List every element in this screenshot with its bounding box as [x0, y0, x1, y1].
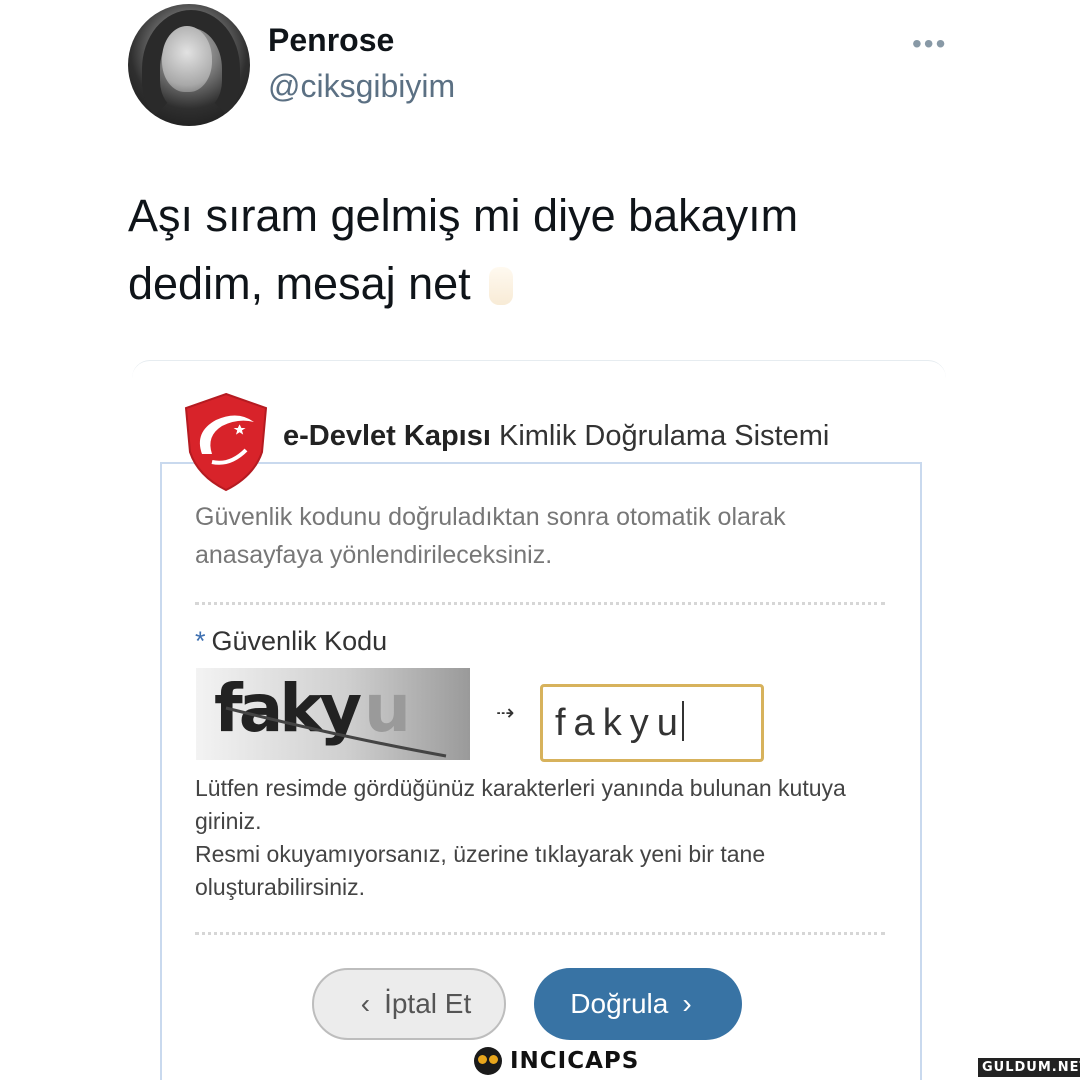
incicaps-watermark: INCICAPS: [474, 1044, 639, 1078]
chevron-right-icon: ›: [682, 988, 692, 1019]
arrow-right-icon: ⇢: [496, 700, 515, 725]
info-text: Güvenlik kodunu doğruladıktan sonra otom…: [195, 503, 786, 569]
display-name[interactable]: Penrose: [268, 22, 394, 59]
cancel-button[interactable]: ‹ İptal Et: [312, 968, 506, 1040]
required-star: *: [195, 626, 206, 656]
help-text-line1: Lütfen resimde gördüğünüz karakterleri y…: [195, 775, 846, 834]
dotted-divider: [195, 602, 885, 605]
tweet-text-line2: dedim, mesaj net: [128, 258, 471, 309]
tweet-text: Aşı sıram gelmiş mi diye bakayım dedim, …: [128, 182, 928, 318]
guldum-watermark: GULDUM.NET: [978, 1058, 1080, 1077]
user-handle[interactable]: @ciksgibiyim: [268, 68, 455, 105]
incicaps-text: INCICAPS: [510, 1048, 640, 1074]
verify-button-label: Doğrula: [570, 988, 669, 1019]
more-dots-icon[interactable]: •••: [912, 28, 947, 60]
security-code-label: * Güvenlik Kodu: [195, 626, 387, 657]
edevlet-title: e-Devlet Kapısı Kimlik Doğrulama Sistemi: [283, 420, 829, 453]
text-caret: [681, 701, 684, 741]
edevlet-title-bold: e-Devlet Kapısı: [283, 420, 491, 452]
help-text: Lütfen resimde gördüğünüz karakterleri y…: [195, 772, 895, 904]
captcha-image[interactable]: faky u: [196, 668, 470, 760]
avatar-face: [162, 26, 212, 92]
edevlet-shield-logo-icon: [184, 392, 268, 492]
verify-button[interactable]: Doğrula ›: [534, 968, 742, 1040]
avatar[interactable]: [128, 4, 250, 126]
security-code-input[interactable]: fakyu: [540, 684, 764, 762]
dotted-divider-bottom: [195, 932, 885, 935]
security-code-label-text: Güvenlik Kodu: [211, 626, 388, 656]
ok-hand-emoji-icon: [488, 267, 513, 305]
chevron-left-icon: ‹: [360, 988, 371, 1019]
captcha-strike-line: [225, 706, 447, 758]
help-text-line2: Resmi okuyamıyorsanız, üzerine tıklayara…: [195, 841, 766, 900]
edevlet-title-rest: Kimlik Doğrulama Sistemi: [498, 420, 830, 452]
tweet-text-line1: Aşı sıram gelmiş mi diye bakayım: [128, 190, 799, 241]
owl-logo-icon: [474, 1047, 502, 1075]
security-code-value: fakyu: [555, 702, 686, 744]
cancel-button-label: İptal Et: [384, 988, 472, 1019]
